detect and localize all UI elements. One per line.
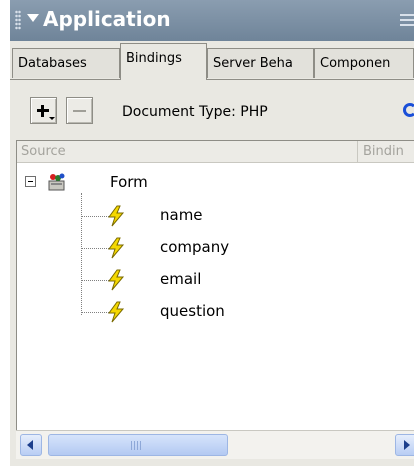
column-header-row: Source Bindin xyxy=(17,141,414,163)
tree-node-field[interactable]: company xyxy=(17,236,414,260)
add-binding-button[interactable] xyxy=(30,97,57,124)
horizontal-scrollbar[interactable] xyxy=(16,430,414,459)
collapse-toggle-icon[interactable] xyxy=(25,176,36,187)
tree-node-label: Form xyxy=(110,173,148,191)
scroll-left-button[interactable] xyxy=(20,434,42,456)
bolt-icon xyxy=(108,205,125,227)
tab-bindings[interactable]: Bindings xyxy=(120,43,207,80)
tab-server-behaviors[interactable]: Server Beha xyxy=(207,48,314,78)
bolt-icon xyxy=(108,269,125,291)
form-icon xyxy=(48,173,65,191)
minus-icon xyxy=(73,110,86,112)
field-label: email xyxy=(160,270,202,288)
bolt-icon xyxy=(108,237,125,259)
tree-node-field[interactable]: email xyxy=(17,268,414,292)
column-header-binding[interactable]: Bindin xyxy=(359,141,414,162)
bindings-toolbar: Document Type: PHP xyxy=(10,80,414,138)
application-panel: Application Databases Bindings Server Be… xyxy=(10,0,414,466)
tree-node-field[interactable]: question xyxy=(17,300,414,324)
field-label: question xyxy=(160,302,225,320)
bolt-icon xyxy=(108,301,125,323)
collapse-arrow-icon[interactable] xyxy=(27,14,39,22)
panel-title: Application xyxy=(43,7,171,31)
field-label: company xyxy=(160,238,230,256)
column-header-source[interactable]: Source xyxy=(17,141,358,162)
scrollbar-thumb[interactable] xyxy=(48,434,228,456)
panel-title-bar[interactable]: Application xyxy=(10,0,414,41)
tab-databases[interactable]: Databases xyxy=(12,48,120,78)
dropdown-arrow-icon xyxy=(49,117,55,120)
tree-node-field[interactable]: name xyxy=(17,204,414,228)
panel-tabs: Databases Bindings Server Beha Componen xyxy=(10,41,414,80)
arrow-right-icon xyxy=(404,440,410,450)
scroll-right-button[interactable] xyxy=(395,434,414,456)
field-label: name xyxy=(160,206,203,224)
arrow-left-icon xyxy=(27,440,33,450)
bindings-tree: Source Bindin Form name company email qu… xyxy=(16,140,414,431)
remove-binding-button[interactable] xyxy=(66,97,93,124)
panel-grip-icon[interactable] xyxy=(15,10,21,30)
refresh-icon[interactable] xyxy=(403,103,414,117)
panel-footer xyxy=(10,459,414,466)
document-type-label: Document Type: PHP xyxy=(122,104,268,120)
grip-icon xyxy=(131,441,143,450)
panel-options-icon[interactable] xyxy=(400,14,414,28)
tab-components[interactable]: Componen xyxy=(314,48,414,78)
tree-node-form[interactable]: Form xyxy=(17,171,414,193)
